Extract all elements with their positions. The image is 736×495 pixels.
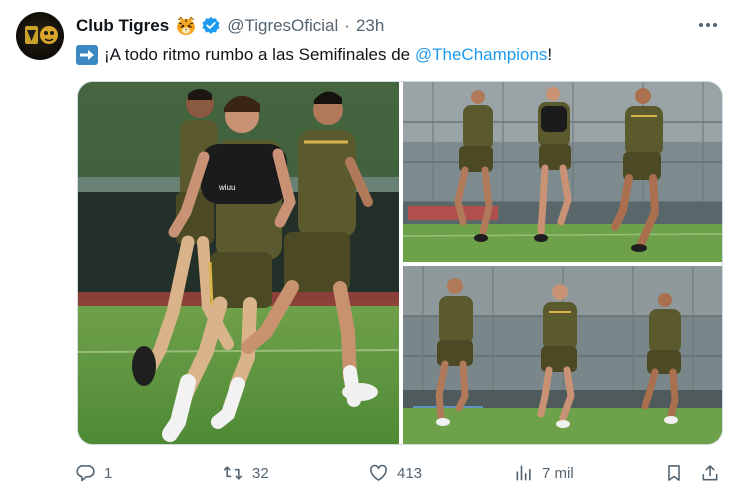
tweet-timestamp[interactable]: 23h	[356, 16, 384, 36]
view-count: 7 mil	[542, 464, 574, 482]
right-arrow-emoji-icon	[76, 45, 98, 65]
like-count: 413	[397, 464, 423, 482]
mention-link[interactable]: @TheChampions	[415, 45, 548, 65]
verified-badge-icon[interactable]	[201, 16, 221, 36]
author-name[interactable]: Club Tigres	[76, 16, 169, 36]
like-icon	[370, 464, 387, 481]
views-button[interactable]: 7 mil	[514, 459, 574, 487]
bookmark-button[interactable]	[664, 459, 692, 487]
more-options-icon[interactable]	[692, 12, 724, 38]
share-button[interactable]	[700, 459, 728, 487]
svg-text:wiuu: wiuu	[218, 183, 235, 192]
reply-button[interactable]: 1	[76, 459, 112, 487]
photo-players-running-field-bottom[interactable]	[403, 266, 722, 444]
club-tigres-logo-icon	[25, 26, 58, 44]
photo-players-running-field-top[interactable]	[403, 82, 722, 262]
photo-players-sprinting-closeup[interactable]: wiuu	[78, 82, 399, 444]
tweet-action-bar: 1 32 413 7 mil	[76, 459, 726, 487]
repost-icon	[223, 466, 243, 480]
repost-count: 32	[252, 464, 269, 482]
tweet-text-main: ¡A todo ritmo rumbo a las Semifinales de	[104, 45, 415, 64]
tweet-text-end: !	[547, 45, 553, 64]
author-handle[interactable]: @TigresOficial	[227, 16, 338, 36]
reply-count: 1	[104, 464, 113, 482]
repost-button[interactable]: 32	[222, 459, 269, 487]
reply-icon	[76, 465, 95, 482]
share-icon	[702, 465, 718, 481]
media-grid: wiuu	[77, 81, 723, 445]
like-button[interactable]: 413	[368, 459, 422, 487]
avatar[interactable]	[16, 12, 64, 60]
views-icon	[516, 465, 531, 481]
tweet-header: Club Tigres @TigresOficial · 23h	[76, 14, 384, 38]
tiger-face-icon	[175, 16, 197, 36]
separator-dot: ·	[344, 16, 350, 35]
tweet-text: ¡A todo ritmo rumbo a las Semifinales de…	[76, 43, 552, 67]
bookmark-icon	[668, 465, 680, 481]
